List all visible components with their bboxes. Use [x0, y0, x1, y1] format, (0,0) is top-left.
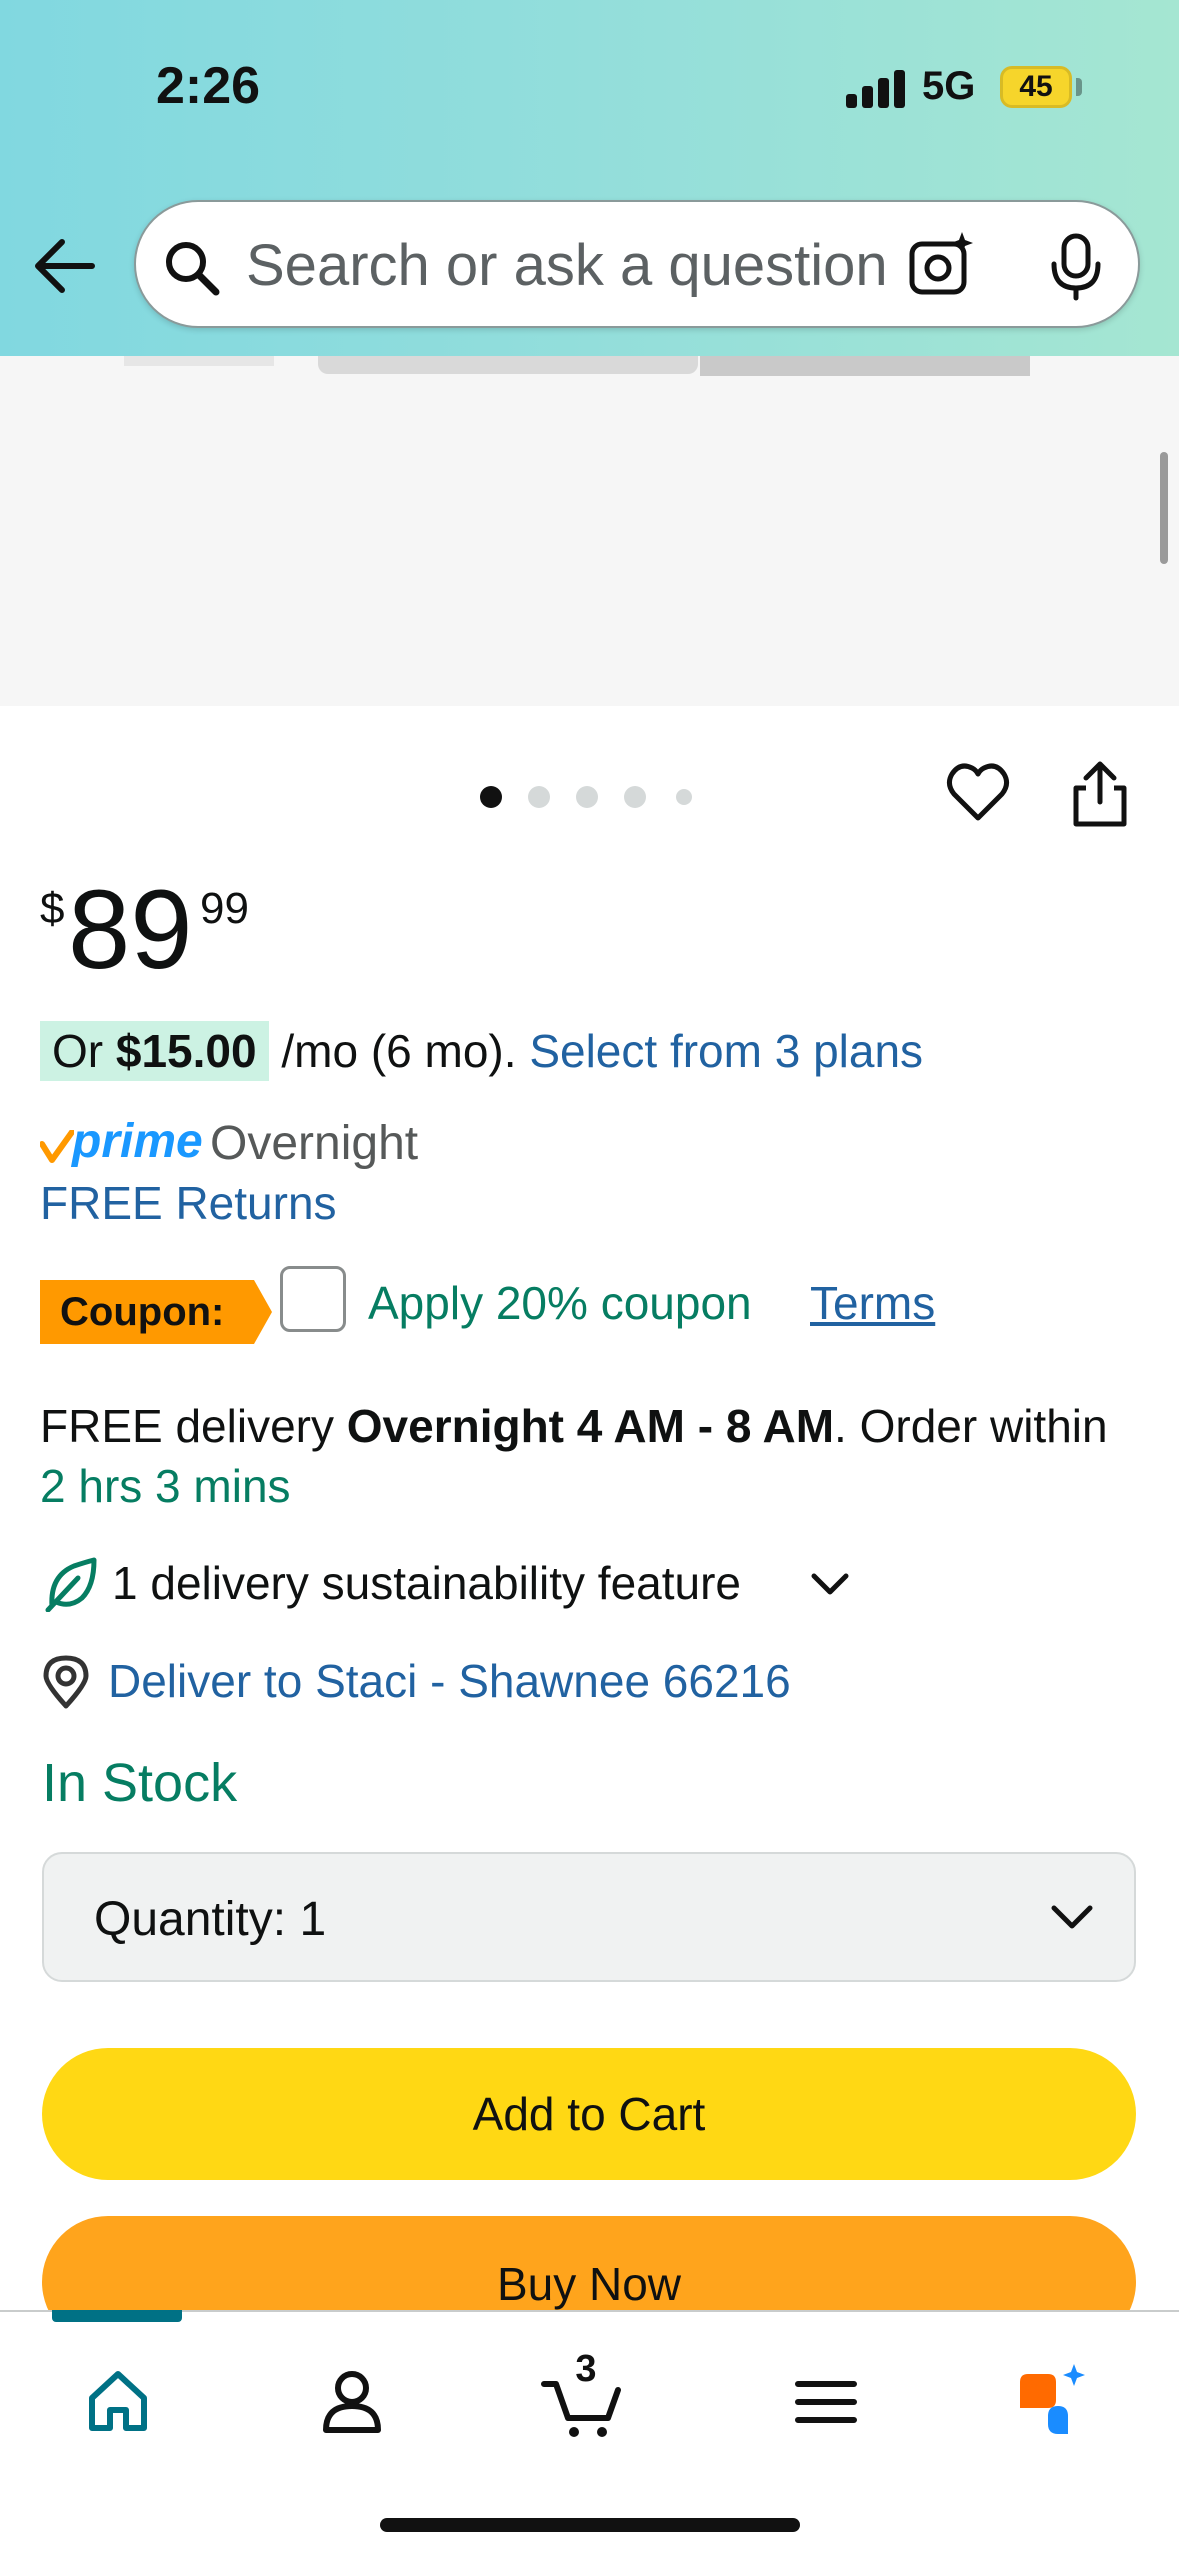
carousel-dot[interactable] — [528, 786, 550, 808]
product-image-edge — [700, 356, 1030, 376]
coupon-label[interactable]: Apply 20% coupon — [368, 1276, 752, 1330]
installment-highlight: Or $15.00 — [40, 1021, 269, 1081]
network-type: 5G — [922, 64, 976, 108]
carousel-dot[interactable] — [624, 786, 646, 808]
back-arrow-icon[interactable] — [30, 226, 102, 306]
prime-check-icon — [39, 1129, 75, 1170]
header: 2:26 5G 45 — [0, 0, 1179, 356]
image-carousel-dots[interactable] — [480, 782, 720, 810]
rufus-ai-icon[interactable] — [1004, 2354, 1100, 2450]
heart-icon[interactable] — [944, 758, 1012, 826]
menu-icon[interactable] — [778, 2354, 874, 2450]
delivery-info: FREE delivery Overnight 4 AM - 8 AM. Ord… — [40, 1400, 1108, 1512]
search-icon — [162, 238, 222, 298]
carousel-dot[interactable] — [676, 789, 692, 805]
location-pin-icon — [42, 1654, 90, 1710]
installment-amount: $15.00 — [115, 1025, 257, 1077]
delivery-countdown: 2 hrs 3 mins — [40, 1460, 291, 1512]
coupon-terms-link[interactable]: Terms — [810, 1276, 935, 1330]
prime-speed: Overnight — [210, 1117, 419, 1170]
battery-icon: 45 — [1000, 66, 1072, 108]
share-icon[interactable] — [1068, 758, 1132, 830]
stock-status: In Stock — [42, 1753, 238, 1813]
chevron-down-icon — [810, 1570, 850, 1600]
coupon-badge: Coupon: — [40, 1280, 272, 1344]
deliver-to-text: Deliver to Staci - Shawnee 66216 — [108, 1655, 791, 1707]
search-input[interactable] — [246, 230, 906, 300]
add-to-cart-button[interactable]: Add to Cart — [42, 2048, 1136, 2180]
camera-lens-icon[interactable] — [906, 230, 976, 300]
prime-logo: prime — [72, 1115, 203, 1168]
carousel-dot[interactable] — [480, 786, 502, 808]
sustainability-label: 1 delivery sustainability feature — [112, 1557, 741, 1609]
quantity-dropdown[interactable]: Quantity: 1 — [42, 1852, 1136, 1982]
price-whole: 89 — [68, 867, 193, 992]
battery-cap — [1076, 78, 1082, 96]
carousel-dot[interactable] — [576, 786, 598, 808]
product-image-edge — [124, 356, 274, 366]
cart-count-badge: 3 — [575, 2348, 597, 2390]
active-tab-indicator — [52, 2310, 182, 2322]
chevron-down-icon — [1050, 1898, 1094, 1938]
installment-terms: /mo (6 mo). — [268, 1025, 530, 1077]
price-symbol: $ — [40, 884, 65, 933]
price-fraction: 99 — [200, 884, 249, 933]
free-returns-link[interactable]: FREE Returns — [40, 1176, 337, 1230]
sustainability-feature[interactable]: 1 delivery sustainability feature — [40, 1552, 1140, 1616]
coupon-checkbox[interactable] — [280, 1266, 346, 1332]
product-image[interactable] — [0, 356, 1179, 706]
cart-icon[interactable]: 3 — [536, 2348, 632, 2450]
quantity-value: 1 — [299, 1893, 327, 1946]
home-icon[interactable] — [70, 2354, 166, 2450]
home-indicator — [380, 2518, 800, 2532]
leaf-icon — [44, 1556, 98, 1613]
scroll-indicator[interactable] — [1160, 452, 1168, 564]
select-plans-link[interactable]: Select from 3 plans — [529, 1025, 923, 1077]
account-icon[interactable] — [304, 2354, 400, 2450]
installment-offer: Or $15.00 /mo (6 mo). Select from 3 plan… — [40, 1021, 923, 1086]
microphone-icon[interactable] — [1046, 232, 1106, 302]
product-image-edge — [318, 356, 698, 374]
status-time: 2:26 — [156, 57, 261, 115]
quantity-label: Quantity: 1 — [94, 1893, 327, 1946]
search-bar[interactable] — [134, 200, 1140, 328]
delivery-window: Overnight 4 AM - 8 AM — [346, 1400, 835, 1452]
signal-strength-icon — [846, 70, 908, 108]
coupon-row: Coupon: Apply 20% coupon Terms — [40, 1264, 1140, 1344]
